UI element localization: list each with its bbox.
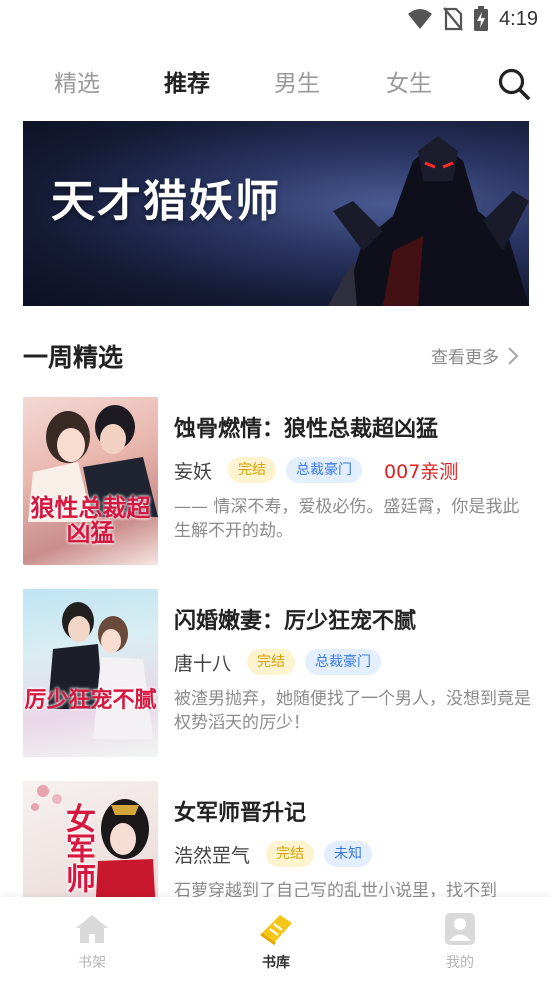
search-icon[interactable] — [496, 66, 532, 102]
tab-jingxuan[interactable]: 精选 — [54, 62, 100, 106]
see-more-label: 查看更多 — [431, 348, 499, 368]
book-author: 浩然罡气 — [174, 844, 251, 867]
nav-profile[interactable]: 我的 — [405, 897, 515, 983]
book-item[interactable]: 狼性总裁超凶猛 蚀骨燃情：狼性总裁超凶猛 妄妖 完结 总裁豪门 007亲测 ——… — [23, 397, 529, 565]
test-note: 007亲测 — [384, 460, 459, 483]
cover-title: 厉少狂宠不腻 — [24, 687, 157, 713]
chevron-right-icon — [508, 346, 519, 365]
book-description: —— 情深不寿，爱极必伤。盛廷霄，你是我此生解不开的劫。 — [174, 497, 520, 541]
no-sim-icon — [443, 7, 463, 31]
banner-title: 天才猎妖师 — [51, 176, 281, 227]
promo-banner[interactable]: 天才猎妖师 — [23, 121, 529, 306]
nav-label: 书库 — [262, 955, 290, 971]
book-cover[interactable]: 狼性总裁超凶猛 — [23, 397, 158, 565]
book-title: 蚀骨燃情：狼性总裁超凶猛 — [174, 417, 439, 442]
book-author: 妄妖 — [174, 460, 213, 483]
library-icon — [260, 915, 292, 945]
banner-character-art — [328, 136, 529, 306]
see-more-link[interactable]: 查看更多 — [431, 343, 519, 368]
wifi-icon — [408, 9, 433, 29]
book-author: 唐十八 — [174, 652, 232, 675]
category-tag: 总裁豪门 — [286, 457, 363, 483]
category-tag: 未知 — [324, 841, 373, 867]
nav-label: 书架 — [78, 955, 106, 971]
tab-nansheng[interactable]: 男生 — [274, 62, 320, 106]
tab-tuijian[interactable]: 推荐 — [164, 62, 210, 106]
book-item[interactable]: 厉少狂宠不腻 闪婚嫩妻：厉少狂宠不腻 唐十八 完结 总裁豪门 被渣男抛弃，她随便… — [23, 589, 531, 757]
status-tag: 完结 — [266, 841, 315, 867]
status-time: 4:19 — [499, 7, 538, 30]
cover-illustration — [48, 602, 153, 739]
book-meta: 妄妖 完结 总裁豪门 007亲测 — [174, 455, 458, 485]
top-tab-bar: 精选 推荐 男生 女生 — [0, 62, 552, 106]
battery-charging-icon — [474, 6, 489, 31]
cover-title: 女军师 — [60, 803, 95, 893]
profile-icon — [445, 913, 475, 945]
book-title: 女军师晋升记 — [174, 801, 307, 826]
status-tag: 完结 — [228, 457, 277, 483]
cover-title: 狼性总裁超凶猛 — [30, 493, 151, 548]
bookshelf-icon — [76, 915, 108, 943]
book-meta: 浩然罡气 完结 未知 — [174, 839, 373, 869]
tab-nvsheng[interactable]: 女生 — [386, 62, 432, 106]
section-title: 一周精选 — [23, 343, 124, 372]
status-icons: 4:19 — [407, 6, 538, 32]
nav-bookshelf[interactable]: 书架 — [37, 897, 147, 983]
book-meta: 唐十八 完结 总裁豪门 — [174, 647, 382, 677]
status-bar: 4:19 — [0, 0, 552, 40]
book-description: 被渣男抛弃，她随便找了一个男人，没想到竟是权势滔天的厉少！ — [174, 689, 531, 733]
category-tag: 总裁豪门 — [305, 649, 382, 675]
nav-label: 我的 — [446, 955, 474, 971]
nav-library[interactable]: 书库 — [221, 897, 331, 983]
book-title: 闪婚嫩妻：厉少狂宠不腻 — [174, 609, 417, 634]
status-tag: 完结 — [247, 649, 296, 675]
bottom-nav: 书架 书库 我的 — [0, 897, 552, 983]
book-cover[interactable]: 厉少狂宠不腻 — [23, 589, 158, 757]
